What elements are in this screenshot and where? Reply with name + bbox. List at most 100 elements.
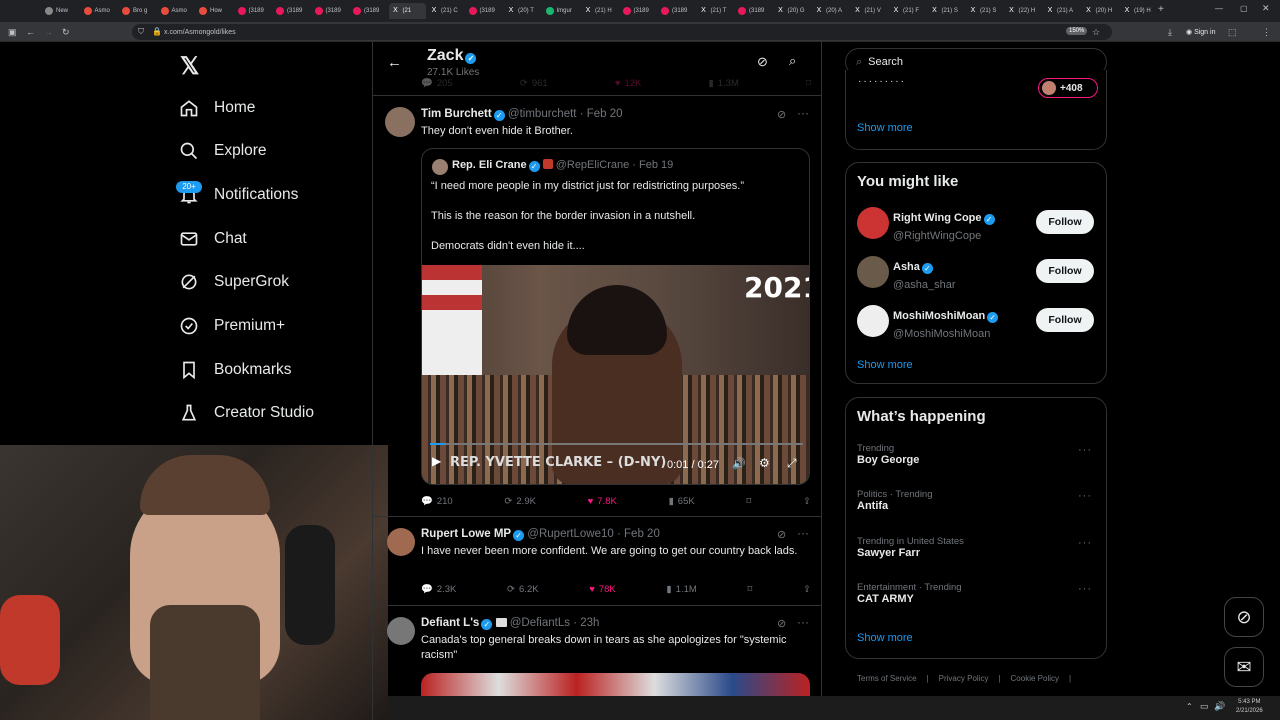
repost-button[interactable]: ⟳ 961 <box>520 78 548 89</box>
views-button[interactable]: ▮ 1.3M <box>709 78 739 89</box>
browser-tab[interactable]: X (20) T <box>504 3 541 19</box>
video-player[interactable]: 2021 ▶ REP. YVETTE CLARKE – (D-NY) 0:01 … <box>422 265 809 484</box>
browser-tab[interactable]: (3189 <box>658 3 695 19</box>
browser-tab[interactable]: (3189 <box>312 3 349 19</box>
avatar[interactable] <box>387 617 415 645</box>
more-options-icon[interactable]: ··· <box>1078 537 1092 549</box>
quote-tweet[interactable]: Rep. Eli Crane ✓ @RepEliCrane · Feb 19 “I… <box>421 148 810 485</box>
views-button[interactable]: ▮ 1.1M <box>666 584 696 595</box>
browser-tab[interactable]: X (22) H <box>1005 3 1042 19</box>
x-logo-icon[interactable]: 𝕏 <box>180 52 199 81</box>
browser-tab[interactable]: X (21) C <box>427 3 464 19</box>
show-more-link[interactable]: Show more <box>857 359 913 371</box>
browser-tab[interactable]: Imgur <box>543 3 580 19</box>
star-icon[interactable]: ☆ <box>1092 24 1100 40</box>
network-icon[interactable]: ▭ <box>1200 701 1209 712</box>
more-options-icon[interactable]: ··· <box>1078 583 1092 595</box>
avatar[interactable] <box>857 207 889 239</box>
browser-tab[interactable]: X (21) A <box>1043 3 1080 19</box>
more-options-icon[interactable]: ··· <box>797 615 809 629</box>
shield-icon[interactable]: ⛉ <box>138 24 144 40</box>
browser-tab[interactable]: X (21 <box>388 3 426 19</box>
grok-fab-button[interactable]: ⊘ <box>1224 597 1264 637</box>
back-arrow-icon[interactable]: ← <box>387 54 402 71</box>
lock-icon[interactable]: 🔒 <box>152 24 162 40</box>
download-icon[interactable]: ⤓ <box>1168 24 1172 40</box>
cookie-link[interactable]: Cookie Policy <box>1011 674 1059 683</box>
show-more-link[interactable]: Show more <box>857 632 913 644</box>
browser-tab[interactable]: X (21) H <box>581 3 618 19</box>
like-button[interactable]: ♥ 7.8K <box>588 496 617 507</box>
menu-icon[interactable]: ⋮ <box>1262 24 1271 40</box>
like-button[interactable]: ♥ 78K <box>589 584 616 595</box>
nav-item-explore[interactable]: Explore <box>178 136 267 166</box>
nav-item-home[interactable]: Home <box>178 93 255 123</box>
sidebar-toggle-icon[interactable]: ▣ <box>8 24 17 40</box>
play-icon[interactable]: ▶ <box>432 454 441 468</box>
more-options-icon[interactable]: ··· <box>797 526 809 540</box>
browser-tab[interactable]: Asmo <box>81 3 118 19</box>
browser-tab[interactable]: X (19) H <box>1120 3 1157 19</box>
browser-tab[interactable]: (3189 <box>466 3 503 19</box>
volume-icon[interactable]: 🔊 <box>732 457 746 470</box>
back-icon[interactable]: ← <box>26 24 35 40</box>
browser-tab[interactable]: How <box>196 3 233 19</box>
forward-icon[interactable]: → <box>44 24 53 40</box>
nav-item-supergrok[interactable]: SuperGrok <box>178 267 289 297</box>
avatar[interactable] <box>385 107 415 137</box>
signin-button[interactable]: ◉ Sign in <box>1186 28 1215 36</box>
like-button[interactable]: ♥ 12K <box>615 78 642 89</box>
clock[interactable]: 5:43 PM 2/21/2026 <box>1236 698 1263 716</box>
reply-button[interactable]: 💬 2.3K <box>421 584 456 595</box>
nav-item-creator-studio[interactable]: Creator Studio <box>178 398 314 428</box>
grok-icon[interactable]: ⊘ <box>777 108 786 121</box>
reply-button[interactable]: 💬 210 <box>421 496 453 507</box>
fullscreen-icon[interactable]: ⤢ <box>787 456 797 471</box>
share-button[interactable]: ⇪ <box>803 496 811 507</box>
browser-tab[interactable]: Asmo <box>158 3 195 19</box>
nav-item-bookmarks[interactable]: Bookmarks <box>178 355 292 385</box>
grok-icon[interactable]: ⊘ <box>757 54 768 70</box>
browser-tab[interactable]: (3189 <box>620 3 657 19</box>
browser-tab[interactable]: X (20) H <box>1082 3 1119 19</box>
nav-item-chat[interactable]: Chat <box>178 224 247 254</box>
nav-item-premium[interactable]: Premium+ <box>178 311 285 341</box>
trend-item[interactable]: Politics · Trending Antifa <box>857 489 933 512</box>
bookmark-button[interactable]: ⌑ <box>806 78 811 89</box>
repost-button[interactable]: ⟳ 6.2K <box>507 584 539 595</box>
maximize-button[interactable]: ▢ <box>1240 4 1248 13</box>
follow-button[interactable]: Follow <box>1036 210 1094 234</box>
browser-tab[interactable]: X (21) F <box>889 3 926 19</box>
terms-link[interactable]: Terms of Service <box>857 674 917 683</box>
video-progress-track[interactable] <box>430 443 803 445</box>
share-button[interactable]: ⇪ <box>803 584 811 595</box>
messages-fab-button[interactable]: ✉ <box>1224 647 1264 687</box>
grok-icon[interactable]: ⊘ <box>777 528 786 541</box>
trend-item[interactable]: Trending Boy George <box>857 443 919 466</box>
trend-item[interactable]: Entertainment · Trending CAT ARMY <box>857 582 962 605</box>
browser-tab[interactable]: X (21) S <box>966 3 1003 19</box>
browser-tab[interactable]: X (21) V <box>851 3 888 19</box>
address-bar[interactable]: x.com/Asmongold/likes <box>132 24 1112 40</box>
more-options-icon[interactable]: ··· <box>1078 444 1092 456</box>
browser-tab[interactable]: X (21) S <box>928 3 965 19</box>
reload-icon[interactable]: ↻ <box>62 24 70 40</box>
browser-tab[interactable]: X (20) A <box>812 3 849 19</box>
close-window-button[interactable]: ✕ <box>1262 3 1270 14</box>
browser-tab[interactable]: X (21) T <box>697 3 734 19</box>
settings-icon[interactable]: ⚙ <box>759 456 770 470</box>
avatar[interactable] <box>387 528 415 556</box>
browser-tab[interactable]: (3189 <box>273 3 310 19</box>
more-options-icon[interactable]: ··· <box>797 106 809 120</box>
more-options-icon[interactable]: ··· <box>1078 490 1092 502</box>
views-button[interactable]: ▮ 65K <box>669 496 695 507</box>
new-tab-button[interactable]: + <box>1158 4 1164 15</box>
extensions-icon[interactable]: ⬚ <box>1228 24 1237 40</box>
zoom-indicator[interactable]: 150% <box>1066 27 1088 35</box>
browser-tab[interactable]: (3189 <box>350 3 387 19</box>
tweet-tim-burchett[interactable]: Tim Burchett ✓ @timburchett · Feb 20 ⊘ ··… <box>373 97 821 517</box>
follow-button[interactable]: Follow <box>1036 259 1094 283</box>
trend-item[interactable]: Trending in United States Sawyer Farr <box>857 536 964 559</box>
facepile-badge[interactable]: +408 <box>1038 78 1098 98</box>
grok-icon[interactable]: ⊘ <box>777 617 786 630</box>
